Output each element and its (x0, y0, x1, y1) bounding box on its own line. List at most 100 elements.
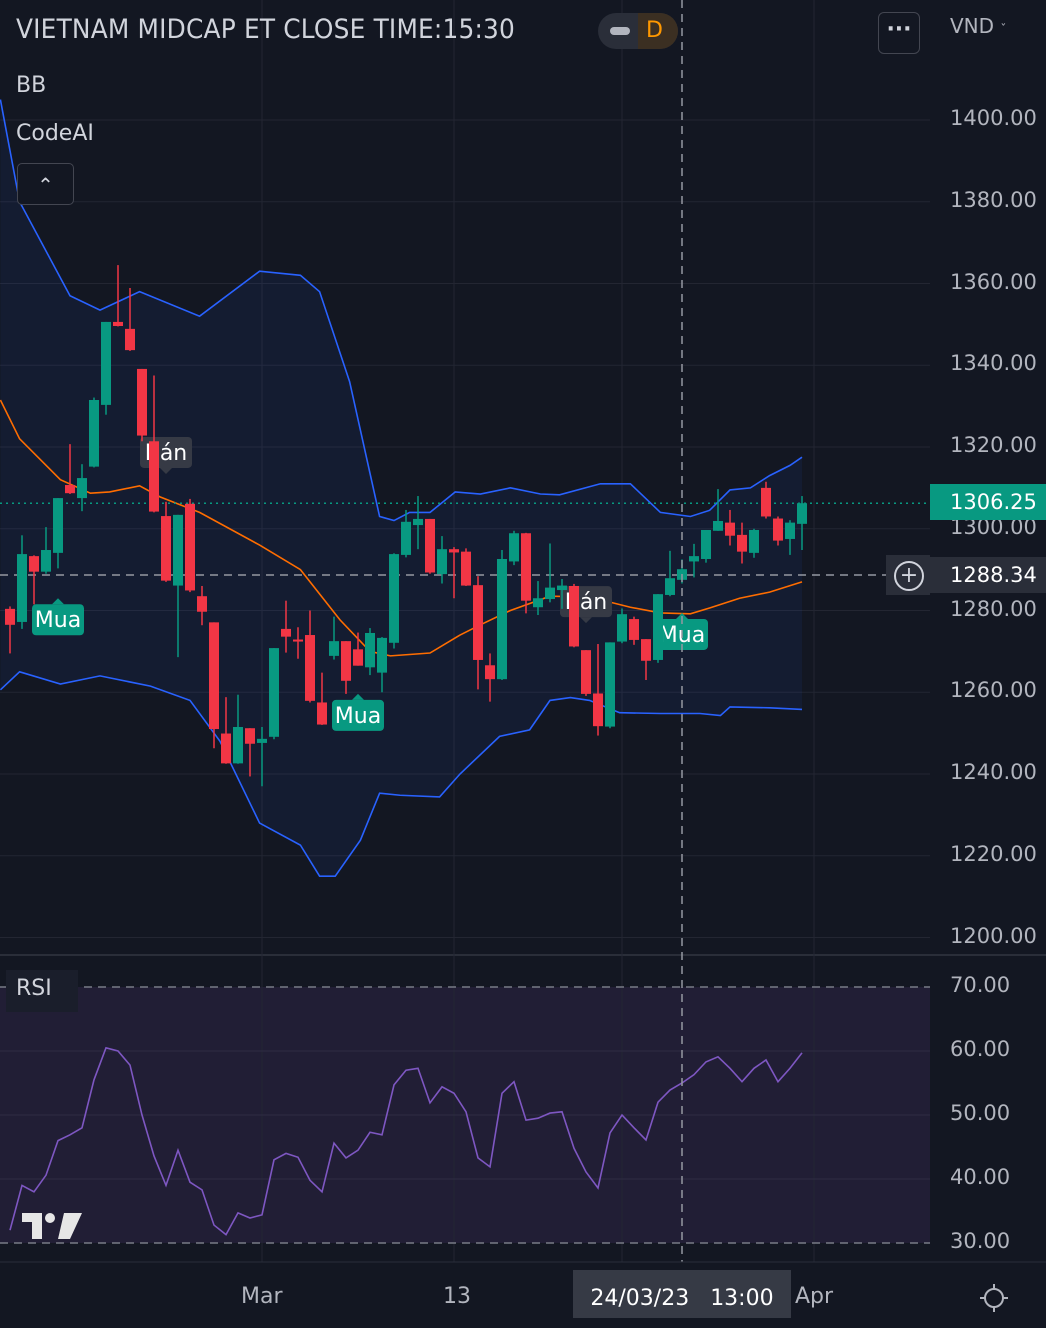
candle-body (533, 598, 543, 608)
signal-label: Mua (35, 608, 81, 633)
candle-body (797, 503, 807, 524)
candle-body (161, 516, 171, 581)
price-tick: 1240.00 (950, 760, 1037, 784)
candle-body (641, 639, 651, 661)
price-tick: 1380.00 (950, 187, 1037, 212)
candle-body (461, 551, 471, 586)
candle-body (221, 733, 231, 764)
candle-body (761, 487, 771, 517)
candle-body (473, 585, 483, 660)
crosshair-price-tag: 1288.34 (930, 557, 1046, 593)
candle-body (5, 608, 15, 625)
candle-body (353, 649, 363, 666)
candle-body (377, 637, 387, 673)
candle-body (437, 549, 447, 575)
rsi-tick: 40.00 (950, 1165, 1011, 1189)
crosshair-time: 13:00 (710, 1286, 774, 1311)
candle-body (317, 702, 327, 725)
candle-body (413, 518, 423, 526)
candle-body (545, 587, 555, 600)
candle-body (785, 522, 795, 539)
candle-body (653, 594, 663, 660)
candle-body (389, 554, 399, 643)
tradingview-logo[interactable] (20, 1209, 84, 1241)
candle-body (365, 632, 375, 668)
candle-body (17, 554, 27, 622)
currency-selector[interactable]: VND ˇ (950, 14, 1006, 38)
candle-body (581, 650, 591, 694)
candle-body (749, 529, 759, 553)
market-status-pill[interactable]: D (598, 13, 678, 49)
candle-body (149, 441, 159, 512)
current-price-tag: 1306.25 (930, 484, 1046, 520)
candle-body (569, 585, 579, 647)
candle-body (605, 642, 615, 727)
candle-body (725, 522, 735, 536)
candle-body (65, 485, 75, 494)
candle (137, 368, 147, 442)
candle (569, 583, 579, 648)
rsi-tick: 60.00 (950, 1037, 1011, 1061)
candle (605, 642, 615, 729)
candle-body (485, 665, 495, 680)
candle-body (593, 693, 603, 727)
candle-body (305, 635, 315, 701)
price-tick: 1360.00 (950, 269, 1037, 294)
legend-codeai[interactable]: CodeAI (16, 121, 94, 146)
candle-body (197, 596, 207, 612)
candle-body (101, 321, 111, 405)
plus-circle-icon: + (894, 561, 924, 591)
candle-body (521, 533, 531, 601)
price-tick: 1400.00 (950, 106, 1037, 130)
candle-body (125, 328, 135, 351)
candle-body (341, 641, 351, 681)
candle-body (737, 534, 747, 552)
candle-body (281, 628, 291, 637)
chart-canvas[interactable]: MuaBánMuaBánMua (0, 0, 1046, 1324)
candle-body (209, 622, 219, 730)
price-tick: 1280.00 (950, 596, 1037, 621)
candle-body (701, 529, 711, 559)
crosshair-date: 24/03/23 (590, 1286, 690, 1311)
price-tick: 1260.00 (950, 678, 1037, 703)
symbol-title[interactable]: VIETNAM MIDCAP ET CLOSE TIME:15:30 (16, 14, 515, 45)
candle-body (137, 368, 147, 436)
candle-body (269, 648, 279, 737)
add-alert-button[interactable]: + (886, 555, 930, 595)
candle-body (629, 619, 639, 640)
candle-body (449, 549, 459, 553)
rsi-tick: 50.00 (950, 1101, 1011, 1125)
candle-body (53, 498, 63, 553)
candle-body (29, 556, 39, 572)
crosshair-time-tag: 24/03/23 13:00 (573, 1270, 791, 1318)
candle (425, 518, 435, 574)
candle-body (665, 578, 675, 595)
candle (185, 498, 195, 593)
candle (101, 321, 111, 415)
price-tick: 1200.00 (950, 923, 1037, 948)
candle (269, 648, 279, 740)
ellipsis-icon[interactable]: ··· (878, 12, 920, 54)
candle-body (713, 520, 723, 531)
chevron-up-icon[interactable]: ⌃ (17, 163, 74, 205)
candle-body (617, 614, 627, 642)
candle-body (425, 518, 435, 573)
candle-body (509, 533, 519, 562)
settings-gear-icon[interactable] (978, 1282, 1010, 1314)
candle-body (89, 399, 99, 467)
candle-body (401, 521, 411, 555)
candle-body (77, 478, 87, 499)
candle-body (185, 503, 195, 591)
candle-body (257, 738, 267, 743)
rsi-tick: 70.00 (950, 973, 1011, 997)
candle (581, 650, 591, 696)
candle (701, 529, 711, 563)
time-label-apr: Apr (795, 1284, 834, 1309)
candle (89, 397, 99, 468)
price-tick: 1220.00 (950, 841, 1037, 866)
legend-rsi[interactable]: RSI (6, 970, 78, 1012)
candle (653, 594, 663, 663)
interval-badge[interactable]: D (638, 13, 678, 49)
legend-bb[interactable]: BB (16, 73, 46, 98)
signal-label: Mua (335, 704, 381, 729)
